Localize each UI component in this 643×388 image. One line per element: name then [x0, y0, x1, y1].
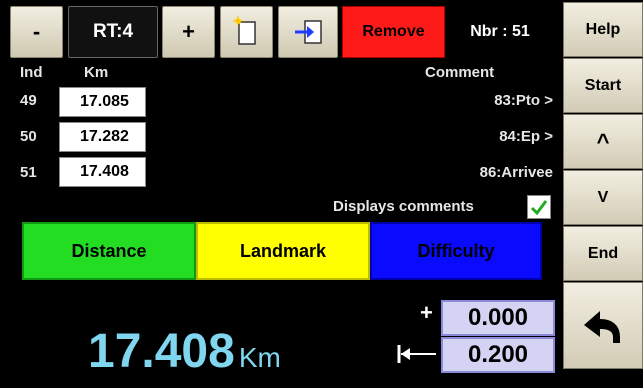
row-comment[interactable]: 84:Ep >	[400, 128, 553, 145]
row-ind: 49	[20, 92, 37, 109]
start-button[interactable]: Start	[563, 58, 643, 113]
plus-value: 0.000	[467, 304, 529, 331]
end-button[interactable]: End	[563, 226, 643, 281]
up-label: ^	[596, 128, 610, 154]
import-icon	[295, 20, 322, 44]
plus-sign: +	[420, 300, 433, 325]
help-label: Help	[585, 20, 621, 38]
minus-label: -	[32, 19, 41, 44]
checkmark-icon	[530, 200, 548, 216]
display-comments-label: Displays comments	[333, 198, 474, 215]
distance-value: 17.408	[88, 325, 235, 378]
start-label: Start	[584, 76, 622, 94]
distance-display: 17.408 Km	[88, 322, 281, 382]
up-button[interactable]: ^	[563, 114, 643, 169]
header-km: Km	[84, 64, 109, 81]
row-ind: 50	[20, 128, 37, 145]
rt-label: RT:4	[92, 21, 134, 42]
tab-difficulty[interactable]: Difficulty	[370, 222, 542, 280]
distance-unit: Km	[238, 342, 281, 373]
minus-button[interactable]: -	[10, 6, 63, 58]
remove-button[interactable]: Remove	[342, 6, 445, 58]
row-comment[interactable]: 86:Arrivee	[400, 164, 553, 181]
plus-value-box[interactable]: 0.000	[441, 300, 555, 336]
tab-distance-label: Distance	[71, 240, 147, 261]
row-comment[interactable]: 83:Pto >	[400, 92, 553, 109]
down-label: V	[597, 188, 609, 206]
new-page-icon	[232, 16, 256, 45]
end-label: End	[587, 244, 619, 262]
back-arrow-icon	[584, 310, 620, 343]
plus-button[interactable]: +	[162, 6, 215, 58]
tab-landmark-label: Landmark	[239, 240, 327, 261]
tab-difficulty-label: Difficulty	[417, 240, 495, 261]
import-button[interactable]	[278, 6, 338, 58]
help-button[interactable]: Help	[563, 2, 643, 57]
back-button[interactable]	[563, 282, 643, 369]
offset-value-box[interactable]: 0.200	[441, 337, 555, 373]
offset-value: 0.200	[467, 341, 529, 368]
header-ind: Ind	[20, 64, 43, 81]
down-button[interactable]: V	[563, 170, 643, 225]
row-km[interactable]: 17.282	[59, 122, 146, 152]
new-page-button[interactable]	[220, 6, 273, 58]
row-km[interactable]: 17.408	[59, 157, 146, 187]
row-ind: 51	[20, 164, 37, 181]
rt-button[interactable]: RT:4	[68, 6, 158, 58]
tab-landmark[interactable]: Landmark	[196, 222, 370, 280]
nbr-count: Nbr : 51	[470, 23, 530, 40]
remove-label: Remove	[362, 23, 425, 40]
tab-distance[interactable]: Distance	[22, 222, 196, 280]
plus-label: +	[182, 19, 195, 44]
display-comments-checkbox[interactable]	[527, 195, 551, 219]
header-comment: Comment	[425, 64, 495, 81]
offset-icon	[396, 343, 438, 365]
row-km[interactable]: 17.085	[59, 87, 146, 117]
